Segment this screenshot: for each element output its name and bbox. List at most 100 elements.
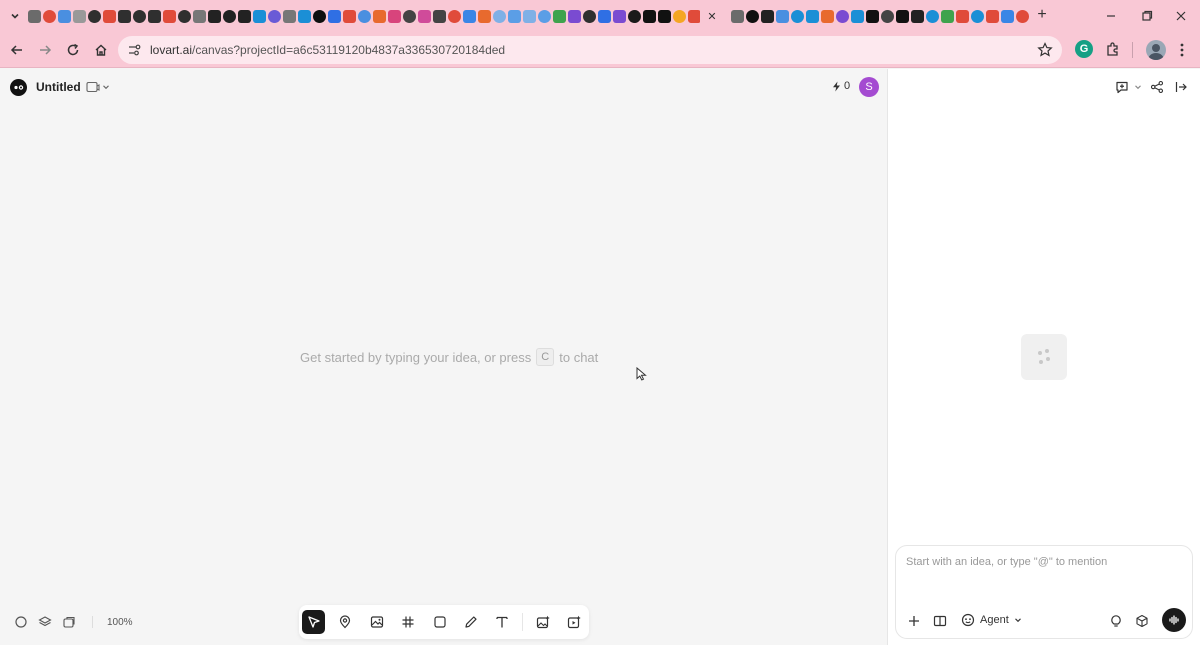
reload-icon[interactable] (61, 38, 85, 62)
select-tool-button[interactable] (302, 610, 326, 634)
voice-send-button[interactable] (1162, 608, 1186, 632)
tab-favicon[interactable] (208, 9, 221, 23)
tab-favicon[interactable] (776, 9, 789, 23)
tab-favicon[interactable] (731, 9, 744, 23)
tab-favicon[interactable] (643, 9, 656, 23)
tab-favicon[interactable] (343, 9, 356, 23)
tab-favicon[interactable] (388, 9, 401, 23)
tab-favicon[interactable] (538, 9, 551, 23)
tab-favicon[interactable] (373, 9, 386, 23)
tab-favicon[interactable] (761, 9, 774, 23)
image-generator-button[interactable] (531, 610, 554, 634)
zoom-level[interactable]: 100% (107, 617, 133, 628)
tab-favicon[interactable] (238, 9, 251, 23)
home-icon[interactable] (89, 38, 113, 62)
tab-favicon[interactable] (821, 9, 834, 23)
project-title[interactable]: Untitled (36, 80, 81, 94)
tab-favicon[interactable] (941, 9, 954, 23)
book-icon[interactable] (932, 613, 948, 629)
tab-favicon[interactable] (508, 9, 521, 23)
tab-favicon[interactable] (163, 9, 176, 23)
tab-favicon[interactable] (851, 9, 864, 23)
assets-icon[interactable] (62, 615, 76, 629)
url-text[interactable]: lovart.ai/canvas?projectId=a6c53119120b4… (150, 43, 505, 57)
window-close-icon[interactable] (1170, 6, 1192, 26)
tab-favicon[interactable] (971, 9, 984, 23)
lovart-logo-icon[interactable] (10, 79, 27, 96)
lightbulb-icon[interactable] (1108, 613, 1124, 629)
tab-favicon[interactable] (268, 9, 281, 23)
browser-menu-icon[interactable] (1174, 40, 1190, 60)
tab-favicon[interactable] (448, 9, 461, 23)
pinned-tabs-favicons[interactable] (28, 8, 700, 24)
tab-favicon[interactable] (403, 9, 416, 23)
back-arrow-icon[interactable] (5, 38, 29, 62)
tab-favicon[interactable] (418, 9, 431, 23)
pen-tool-button[interactable] (459, 610, 482, 634)
more-tabs-favicons[interactable] (731, 8, 1030, 24)
profile-avatar[interactable] (1146, 40, 1166, 60)
tab-favicon[interactable] (628, 9, 641, 23)
tab-favicon[interactable] (673, 9, 686, 23)
layers-icon[interactable] (38, 615, 52, 629)
project-menu-button[interactable] (86, 79, 112, 95)
bookmark-star-icon[interactable] (1036, 41, 1054, 59)
tab-favicon[interactable] (986, 9, 999, 23)
forward-arrow-icon[interactable] (33, 38, 57, 62)
grammarly-extension-icon[interactable]: G (1075, 40, 1093, 58)
tab-favicon[interactable] (746, 9, 759, 23)
credits-counter[interactable]: 0 (832, 80, 850, 92)
design-canvas[interactable]: Untitled 0 S Get started by typing your … (0, 69, 887, 645)
tab-favicon[interactable] (313, 9, 326, 23)
tab-favicon[interactable] (658, 9, 671, 23)
tab-favicon[interactable] (926, 9, 939, 23)
tab-favicon[interactable] (253, 9, 266, 23)
tab-favicon[interactable] (613, 9, 626, 23)
tab-favicon[interactable] (791, 9, 804, 23)
tab-favicon[interactable] (688, 9, 700, 23)
tab-favicon[interactable] (1016, 9, 1029, 23)
tab-favicon[interactable] (956, 9, 969, 23)
upload-image-button[interactable] (365, 610, 388, 634)
tab-favicon[interactable] (178, 9, 191, 23)
site-info-icon[interactable] (126, 42, 142, 58)
tab-favicon[interactable] (103, 9, 116, 23)
new-tab-plus-icon[interactable]: + (1032, 5, 1052, 25)
tab-favicon[interactable] (836, 9, 849, 23)
share-button[interactable] (1150, 79, 1164, 95)
cube-icon[interactable] (1134, 613, 1150, 629)
tab-favicon[interactable] (1001, 9, 1014, 23)
tab-favicon[interactable] (358, 9, 371, 23)
tab-favicon[interactable] (478, 9, 491, 23)
mark-tool-button[interactable] (333, 610, 356, 634)
tab-search-chevron-icon[interactable] (6, 8, 24, 24)
tab-favicon[interactable] (58, 9, 71, 23)
tab-favicon[interactable] (148, 9, 161, 23)
tab-favicon[interactable] (896, 9, 909, 23)
restore-icon[interactable] (1136, 6, 1158, 26)
add-attachment-plus-icon[interactable] (906, 613, 922, 629)
tab-favicon[interactable] (463, 9, 476, 23)
tab-favicon[interactable] (298, 9, 311, 23)
circle-shape-icon[interactable] (14, 615, 28, 629)
tab-favicon[interactable] (583, 9, 596, 23)
tab-favicon[interactable] (43, 9, 56, 23)
user-avatar[interactable]: S (859, 77, 879, 97)
tab-favicon[interactable] (193, 9, 206, 23)
tab-favicon[interactable] (88, 9, 101, 23)
text-tool-button[interactable] (491, 610, 514, 634)
tab-favicon[interactable] (598, 9, 611, 23)
tab-favicon[interactable] (433, 9, 446, 23)
tab-favicon[interactable] (133, 9, 146, 23)
chat-input[interactable] (906, 556, 1184, 568)
collapse-panel-button[interactable] (1174, 79, 1188, 95)
tab-favicon[interactable] (866, 9, 879, 23)
extensions-puzzle-icon[interactable] (1104, 40, 1122, 58)
tab-favicon[interactable] (283, 9, 296, 23)
tab-favicon[interactable] (568, 9, 581, 23)
new-chat-button[interactable] (1115, 79, 1142, 95)
tab-favicon[interactable] (118, 9, 131, 23)
tab-favicon[interactable] (28, 9, 41, 23)
tab-favicon[interactable] (73, 9, 86, 23)
video-generator-button[interactable] (563, 610, 586, 634)
